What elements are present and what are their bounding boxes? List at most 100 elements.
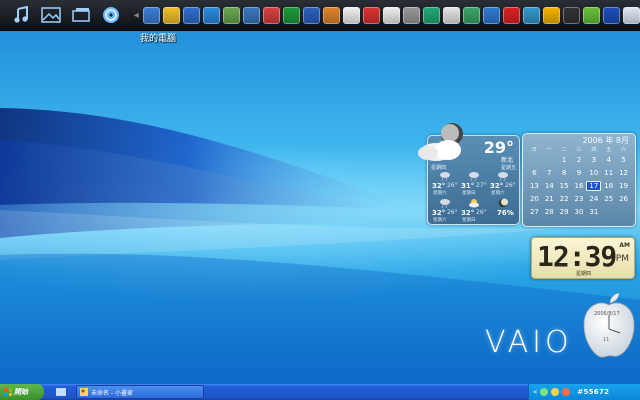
clock-weekday: 星期四	[576, 271, 592, 277]
dock-app-icon[interactable]	[623, 6, 640, 24]
start-button[interactable]: 開始	[0, 384, 44, 400]
taskbar-paint-window[interactable]: 未命名 - 小畫家	[76, 385, 204, 399]
taskbar: 開始 未命名 - 小畫家 « #55672	[0, 384, 640, 400]
forecast-grid: 32° 26° 星期六 31° 27° 星期日 32° 26° 星期六 32° 26° 星期六 32° 2…	[430, 170, 517, 223]
calendar-day[interactable]: 9	[572, 169, 587, 177]
calendar-day[interactable]: 12	[616, 169, 631, 177]
vaio-logo: VAIO	[485, 325, 573, 360]
calendar-gadget[interactable]: 2006 年 8月 日一二三四五六 1 2 3 4 5 6 7 8 9 10 11 12 13 14 15 1…	[522, 133, 636, 227]
apple-clock-number: 11	[603, 337, 610, 343]
calendar-day[interactable]: 28	[542, 208, 557, 216]
calendar-day[interactable]: 19	[616, 182, 631, 190]
forecast-cell: 31° 27° 星期日	[459, 170, 488, 196]
dock-app-icon[interactable]	[243, 6, 260, 24]
calendar-day[interactable]: 25	[601, 195, 616, 203]
weather-gadget[interactable]: 29° 新北 星期四 星期五 32° 26° 星期六 31° 27° 星期日 32° 26° 星…	[418, 123, 520, 225]
tray-expand-icon[interactable]: «	[533, 388, 537, 396]
digital-clock-gadget[interactable]: 12:39 AM PM 星期四	[531, 237, 635, 279]
dock-app-icon[interactable]	[163, 6, 180, 24]
dock-app-icon[interactable]	[223, 6, 240, 24]
clock-time: 12:39	[537, 240, 617, 273]
dock-app-icon[interactable]	[503, 6, 520, 24]
security-icon[interactable]	[562, 388, 571, 396]
calendar-day[interactable]: 24	[586, 195, 601, 203]
calendar-day[interactable]: 18	[601, 182, 616, 190]
rain-cloud-icon	[498, 172, 508, 181]
weekday-label: 三	[576, 147, 582, 153]
forecast-low: 27°	[476, 182, 487, 189]
calendar-today[interactable]: 17	[586, 180, 602, 191]
dock-app-icon[interactable]	[463, 6, 480, 24]
calendar-day[interactable]: 23	[572, 195, 587, 203]
calendar-day[interactable]: 14	[542, 182, 557, 190]
dock-app-icon[interactable]	[443, 6, 460, 24]
forecast-high: 32°	[432, 182, 446, 190]
dock-app-icon[interactable]	[283, 6, 300, 24]
weekday-label: 二	[561, 147, 567, 153]
forecast-low: 26°	[476, 209, 487, 216]
calendar-day[interactable]: 26	[616, 195, 631, 203]
dock-app-icon[interactable]	[183, 6, 200, 24]
dock-app-icon[interactable]	[483, 6, 500, 24]
calendar-day[interactable]: 29	[557, 208, 572, 216]
paint-icon	[80, 388, 88, 396]
picture-icon[interactable]	[40, 4, 62, 26]
calendar-day[interactable]: 22	[557, 195, 572, 203]
apple-clock-date: 2006/8/17	[594, 311, 620, 317]
calendar-day[interactable]: 1	[557, 156, 572, 164]
music-note-icon[interactable]	[10, 4, 32, 26]
disc-icon[interactable]	[100, 4, 122, 26]
weather-city: 新北	[500, 157, 513, 164]
calendar-day[interactable]: 20	[527, 195, 542, 203]
clock-ampm: AM	[619, 242, 630, 249]
weekday-label: 一	[546, 147, 552, 153]
calendar-day[interactable]: 31	[586, 208, 601, 216]
dock-app-icon[interactable]	[423, 6, 440, 24]
dock-app-icon[interactable]	[523, 6, 540, 24]
forecast-cell: 32° 26° 星期六	[488, 170, 517, 196]
show-desktop-icon[interactable]	[56, 387, 66, 397]
dock-app-icon[interactable]	[403, 6, 420, 24]
dock-app-icon[interactable]	[543, 6, 560, 24]
dock-app-icon[interactable]	[203, 6, 220, 24]
dock-app-icon[interactable]	[143, 6, 160, 24]
calendar-day[interactable]: 4	[601, 156, 616, 164]
calendar-day[interactable]: 30	[572, 208, 587, 216]
calendar-day[interactable]: 5	[616, 156, 631, 164]
dock-app-icon[interactable]	[383, 6, 400, 24]
sun-cloud-icon	[469, 199, 479, 208]
calendar-day[interactable]: 16	[572, 182, 587, 190]
apple-clock-icon[interactable]	[580, 293, 638, 361]
forecast-high: 32°	[432, 209, 446, 217]
dock-app-icon[interactable]	[583, 6, 600, 24]
calendar-day[interactable]: 13	[527, 182, 542, 190]
calendar-day[interactable]: 10	[586, 169, 601, 177]
dock-app-icon[interactable]	[343, 6, 360, 24]
volume-icon[interactable]	[551, 388, 560, 396]
weekday-label: 日	[531, 147, 537, 153]
task-label: 未命名 - 小畫家	[91, 389, 133, 397]
network-icon[interactable]	[540, 388, 549, 396]
calendar-day[interactable]: 15	[557, 182, 572, 190]
calendar-day[interactable]: 27	[527, 208, 542, 216]
forecast-low: 26°	[447, 209, 458, 216]
dock-app-icon[interactable]	[303, 6, 320, 24]
dock-app-icon[interactable]	[603, 6, 620, 24]
forecast-low: 26°	[505, 182, 516, 189]
calendar-day[interactable]: 11	[601, 169, 616, 177]
calendar-day[interactable]: 7	[542, 169, 557, 177]
dock-app-icon[interactable]	[263, 6, 280, 24]
weekday-label: 五	[606, 147, 612, 153]
window-icon[interactable]	[70, 4, 92, 26]
calendar-day[interactable]: 21	[542, 195, 557, 203]
dock-app-icon[interactable]	[363, 6, 380, 24]
calendar-day[interactable]: 2	[572, 156, 587, 164]
calendar-day[interactable]: 3	[586, 156, 601, 164]
calendar-day[interactable]: 8	[557, 169, 572, 177]
moon-icon	[499, 198, 508, 207]
dock-app-icon[interactable]	[563, 6, 580, 24]
dock-app-icon[interactable]	[323, 6, 340, 24]
system-tray: « #55672	[528, 384, 640, 400]
forecast-cell: 32° 26° 星期六	[430, 170, 459, 196]
calendar-day[interactable]: 6	[527, 169, 542, 177]
